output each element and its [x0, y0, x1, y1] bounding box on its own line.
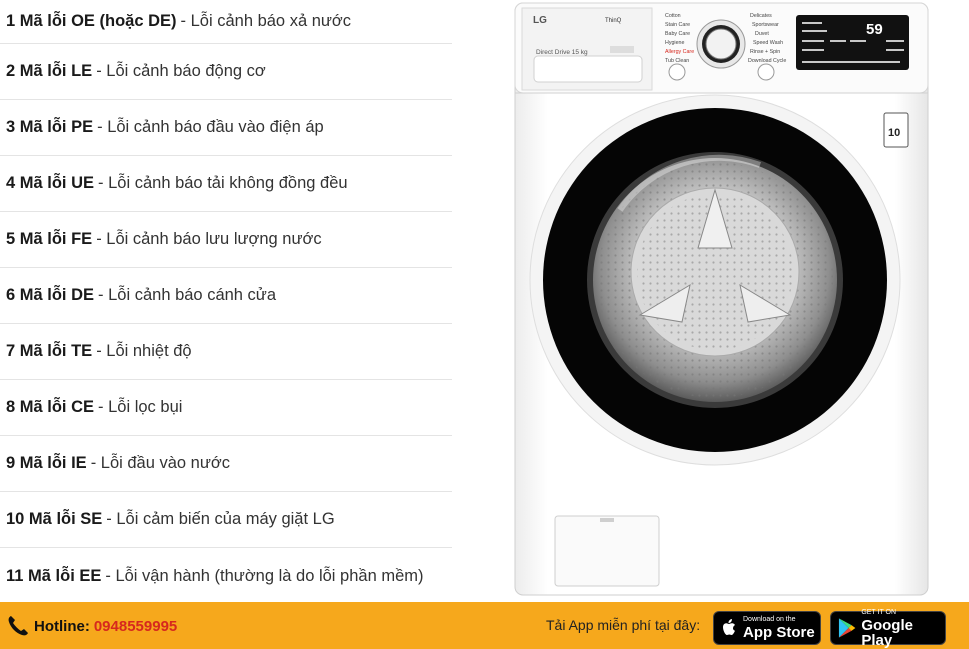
error-code: 9 Mã lỗi IE — [6, 454, 87, 472]
error-description: - Lỗi đầu vào nước — [90, 454, 230, 472]
error-description: - Lỗi cảnh báo xả nước — [180, 12, 351, 30]
google-play-icon — [838, 618, 856, 638]
washing-machine-illustration: LG Direct Drive 15 kg ThinQ Cotton Stain… — [514, 2, 929, 596]
google-play-label: Google Play — [861, 616, 913, 649]
google-play-small-text: GET IT ON — [861, 608, 897, 616]
list-item: 11 Mã lỗi EE - Lỗi vận hành (thường là d… — [0, 548, 452, 604]
display-time: 59 — [866, 21, 883, 38]
error-description: - Lỗi cảnh báo lưu lượng nước — [96, 230, 322, 248]
error-code: 2 Mã lỗi LE — [6, 62, 93, 80]
thinq-label: ThinQ — [605, 18, 622, 24]
hotline-number[interactable]: 0948559995 — [94, 618, 177, 635]
svg-text:Cotton: Cotton — [665, 13, 681, 19]
svg-text:Speed Wash: Speed Wash — [753, 40, 783, 46]
svg-text:Hygiene: Hygiene — [665, 40, 684, 46]
svg-text:Allergy Care: Allergy Care — [665, 49, 694, 55]
svg-text:Delicates: Delicates — [750, 13, 772, 19]
error-code: 4 Mã lỗi UE — [6, 174, 95, 192]
error-description: - Lỗi nhiệt độ — [96, 342, 192, 360]
error-code: 5 Mã lỗi FE — [6, 230, 93, 248]
list-item: 9 Mã lỗi IE - Lỗi đầu vào nước — [0, 436, 452, 492]
svg-text:Download Cycle: Download Cycle — [748, 58, 786, 64]
list-item: 3 Mã lỗi PE - Lỗi cảnh báo đầu vào điện … — [0, 100, 452, 156]
badge-number: 10 — [888, 127, 900, 139]
svg-text:Rinse + Spin: Rinse + Spin — [750, 49, 780, 55]
error-code: 6 Mã lỗi DE — [6, 286, 95, 304]
apple-icon — [723, 619, 735, 635]
error-code: 10 Mã lỗi SE — [6, 510, 103, 528]
svg-text:Sportswear: Sportswear — [752, 22, 779, 28]
list-item: 7 Mã lỗi TE - Lỗi nhiệt độ — [0, 324, 452, 380]
list-item: 8 Mã lỗi CE - Lỗi lọc bụi — [0, 380, 452, 436]
google-play-button[interactable]: GET IT ON Google Play — [830, 608, 946, 649]
app-store-label: App Store — [743, 624, 815, 641]
svg-text:Stain Care: Stain Care — [665, 22, 690, 28]
washing-machine-image: LG Direct Drive 15 kg ThinQ Cotton Stain… — [500, 0, 969, 600]
lg-logo: LG — [533, 15, 547, 26]
error-code: 11 Mã lỗi EE — [6, 566, 102, 585]
app-store-button[interactable]: Download on the App Store — [713, 611, 821, 645]
svg-text:Tub Clean: Tub Clean — [665, 58, 689, 64]
list-item: 6 Mã lỗi DE - Lỗi cảnh báo cánh cửa — [0, 268, 452, 324]
error-description: - Lỗi cảnh báo cánh cửa — [98, 286, 277, 304]
error-description: - Lỗi lọc bụi — [98, 398, 183, 416]
drawer-label: Direct Drive 15 kg — [536, 49, 588, 56]
list-item: 4 Mã lỗi UE - Lỗi cảnh báo tải không đồn… — [0, 156, 452, 212]
phone-icon — [8, 616, 28, 636]
error-code: 1 Mã lỗi OE (hoặc DE) — [6, 12, 177, 30]
error-description: - Lỗi cảnh báo tải không đồng đều — [98, 174, 348, 192]
error-description: - Lỗi cảm biến của máy giặt LG — [106, 510, 335, 528]
app-download-text: Tải App miễn phí tại đây: — [546, 617, 701, 633]
list-item: 1 Mã lỗi OE (hoặc DE) - Lỗi cảnh báo xả … — [0, 0, 452, 44]
hotline[interactable]: Hotline: 0948559995 — [6, 614, 177, 638]
error-description: - Lỗi vận hành (thường là do lỗi phần mề… — [105, 566, 424, 585]
error-code: 3 Mã lỗi PE — [6, 118, 94, 136]
hotline-label: Hotline: — [34, 617, 90, 635]
footer-bar: Hotline: 0948559995 Tải App miễn phí tại… — [0, 602, 969, 649]
error-description: - Lỗi cảnh báo động cơ — [96, 62, 266, 80]
error-code: 8 Mã lỗi CE — [6, 398, 95, 416]
list-item: 10 Mã lỗi SE - Lỗi cảm biến của máy giặt… — [0, 492, 452, 548]
error-code: 7 Mã lỗi TE — [6, 342, 93, 360]
svg-text:Duvet: Duvet — [755, 31, 769, 37]
list-item: 2 Mã lỗi LE - Lỗi cảnh báo động cơ — [0, 44, 452, 100]
error-description: - Lỗi cảnh báo đầu vào điện áp — [97, 118, 324, 136]
svg-text:Baby Care: Baby Care — [665, 31, 690, 37]
app-store-small-text: Download on the — [743, 616, 796, 623]
list-item: 5 Mã lỗi FE - Lỗi cảnh báo lưu lượng nướ… — [0, 212, 452, 268]
